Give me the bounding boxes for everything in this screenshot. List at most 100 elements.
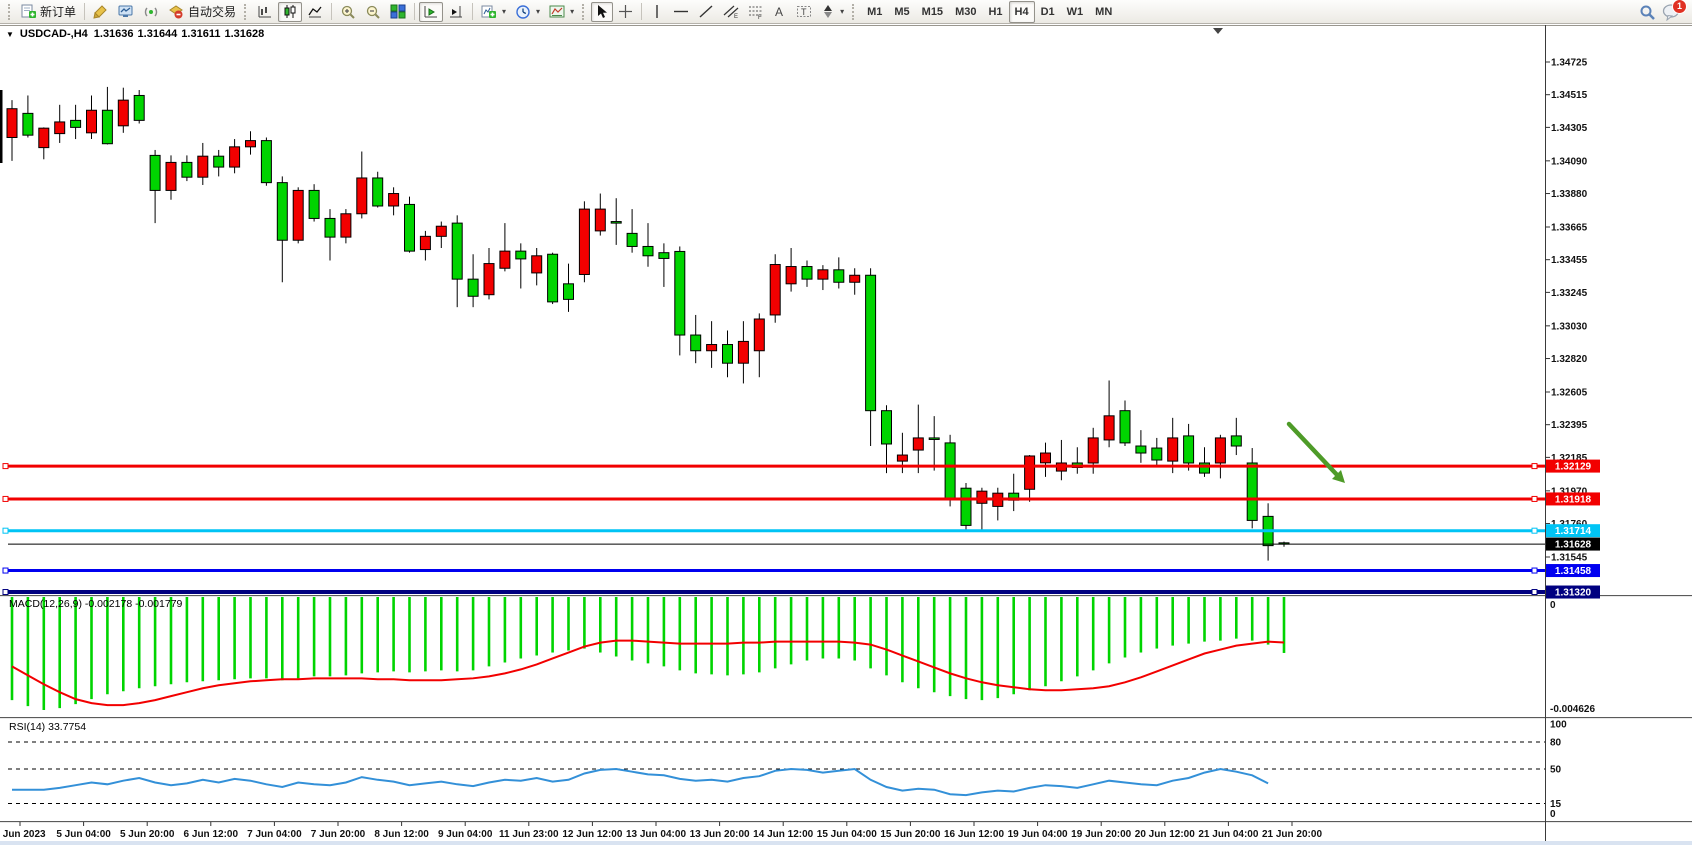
hline-handle [1532, 528, 1537, 533]
time-tick-label: 15 Jun 20:00 [880, 829, 940, 840]
new-order-button[interactable]: 新订单 [17, 2, 80, 22]
chart-canvas[interactable]: 0-0.00462610080501501.347251.345151.3430… [0, 0, 1692, 845]
time-tick-label: 21 Jun 20:00 [1262, 829, 1322, 840]
chevron-down-icon: ▾ [570, 7, 574, 16]
horizontal-line-button[interactable] [669, 2, 693, 22]
candle-body [405, 204, 415, 251]
candle-body [913, 438, 923, 450]
zoom-out-button[interactable] [361, 2, 385, 22]
chat-icon[interactable]: 1 [1662, 3, 1681, 21]
candle-body [818, 270, 828, 279]
quotes-button[interactable] [89, 2, 113, 22]
time-tick-label: 19 Jun 04:00 [1008, 829, 1068, 840]
bar-chart-icon [257, 4, 273, 19]
candle-body [198, 156, 208, 177]
cursor-button[interactable] [591, 2, 613, 22]
text-icon: A [773, 4, 787, 19]
candle-body [929, 438, 939, 440]
clock-icon [515, 4, 531, 20]
chevron-down-icon: ▾ [840, 7, 844, 16]
candlestick-chart-button[interactable] [278, 2, 302, 22]
line-chart-icon [307, 4, 323, 19]
candle-body [468, 279, 478, 296]
templates-button[interactable]: ▾ [545, 2, 578, 22]
signal-button[interactable] [139, 2, 163, 22]
bar-chart-button[interactable] [253, 2, 277, 22]
rsi-scale-label: 80 [1550, 738, 1562, 749]
text-button[interactable]: A [769, 2, 791, 22]
candle-body [102, 110, 112, 143]
toolbar-grip[interactable] [244, 4, 249, 20]
timeframe-button-h1[interactable]: H1 [982, 1, 1008, 23]
chart-shift-button[interactable] [444, 2, 468, 22]
hline-handle [3, 464, 8, 469]
candle-body [770, 265, 780, 315]
price-tick-label: 1.33455 [1551, 255, 1588, 266]
trendline-button[interactable] [694, 2, 718, 22]
tile-windows-button[interactable] [386, 2, 410, 22]
equidistant-channel-button[interactable]: E [719, 2, 743, 22]
time-tick-label: 8 Jun 12:00 [374, 829, 429, 840]
price-tick-label: 1.34515 [1551, 90, 1588, 101]
timeframe-button-m5[interactable]: M5 [888, 1, 915, 23]
candle-body [1231, 436, 1241, 446]
arrows-button[interactable]: ▾ [817, 2, 848, 22]
candle-body [1088, 438, 1098, 463]
chevron-down-icon: ▾ [536, 7, 540, 16]
candle-body [39, 128, 49, 147]
time-tick-label: 7 Jun 04:00 [247, 829, 302, 840]
zoom-in-button[interactable] [336, 2, 360, 22]
time-tick-label: 7 Jun 20:00 [311, 829, 366, 840]
line-chart-button[interactable] [303, 2, 327, 22]
candle-body [754, 319, 764, 351]
candle-body [71, 120, 81, 127]
chart-dropdown-icon[interactable]: ▼ [6, 30, 14, 39]
svg-text:T: T [801, 7, 807, 17]
market-watch-button[interactable] [114, 2, 138, 22]
timeframe-button-m15[interactable]: M15 [916, 1, 949, 23]
text-label-button[interactable]: T [792, 2, 816, 22]
toolbar-grip[interactable] [582, 4, 587, 20]
timeframe-button-w1[interactable]: W1 [1061, 1, 1090, 23]
auto-scroll-button[interactable] [419, 2, 443, 22]
quote-open: 1.31636 [94, 28, 134, 40]
time-tick-label: 11 Jun 23:00 [499, 829, 559, 840]
search-icon[interactable] [1638, 3, 1656, 21]
candle-body [1184, 436, 1194, 463]
price-tag-label: 1.31714 [1555, 526, 1592, 537]
candle-body [548, 254, 558, 302]
candle-body [1136, 446, 1146, 453]
candle-body [961, 488, 971, 525]
toolbar-grip[interactable] [852, 4, 857, 20]
time-tick-label: 5 Jun 04:00 [56, 829, 111, 840]
candle-body [452, 223, 462, 279]
candle-body [277, 183, 287, 241]
timeframe-button-m30[interactable]: M30 [949, 1, 982, 23]
periods-button[interactable]: ▾ [511, 2, 544, 22]
time-tick-label: 13 Jun 04:00 [626, 829, 686, 840]
candle-body [1104, 416, 1114, 440]
vertical-line-button[interactable] [646, 2, 668, 22]
arrows-icon [821, 4, 835, 19]
zoom-in-icon [340, 4, 356, 20]
price-tag-label: 1.31320 [1555, 588, 1592, 599]
indicators-button[interactable]: ▾ [477, 2, 510, 22]
crosshair-button[interactable] [614, 2, 637, 22]
rsi-scale-label: 50 [1550, 765, 1562, 776]
candle-body [1120, 411, 1130, 443]
timeframe-button-h4[interactable]: H4 [1009, 1, 1035, 23]
trendline-icon [698, 4, 714, 19]
price-tick-label: 1.32605 [1551, 387, 1588, 398]
candle-body [945, 443, 955, 498]
autotrade-button[interactable]: 自动交易 [164, 2, 240, 22]
candle-body [309, 190, 319, 218]
timeframe-button-d1[interactable]: D1 [1035, 1, 1061, 23]
price-tick-label: 1.33245 [1551, 288, 1588, 299]
price-tag-label: 1.31918 [1555, 494, 1592, 505]
timeframe-button-mn[interactable]: MN [1089, 1, 1118, 23]
candle-body [1041, 453, 1051, 463]
candle-body [977, 491, 987, 503]
timeframe-button-m1[interactable]: M1 [861, 1, 888, 23]
fibonacci-button[interactable]: F [744, 2, 768, 22]
toolbar-grip[interactable] [8, 4, 13, 20]
